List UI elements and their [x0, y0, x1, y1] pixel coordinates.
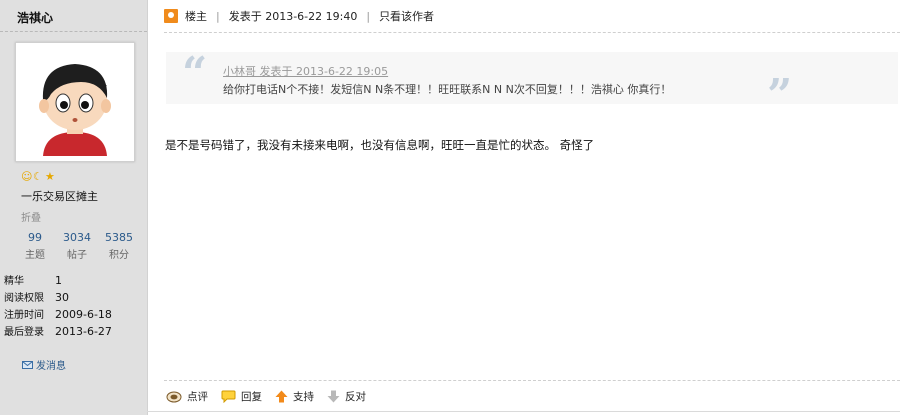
comment-button[interactable]: 点评	[166, 389, 208, 404]
stat-value: 99	[28, 231, 42, 244]
header-divider	[164, 32, 900, 33]
support-label: 支持	[293, 391, 314, 403]
footer-divider	[164, 380, 900, 381]
post-actions: 点评 回复 支持 反对	[166, 389, 379, 404]
avatar-image	[21, 48, 129, 156]
stat-value: 3034	[63, 231, 91, 244]
quote-open-icon: “	[182, 48, 208, 99]
stat-label: 积分	[109, 250, 129, 261]
reply-icon	[221, 390, 236, 403]
user-rank: 一乐交易区摊主	[21, 190, 98, 203]
post-header: 楼主 | 发表于 2013-6-22 19:40 | 只看该作者	[164, 8, 434, 24]
fold-toggle[interactable]: 折叠	[21, 209, 41, 224]
post-time: 发表于 2013-6-22 19:40	[228, 10, 358, 23]
quote-close-icon: ”	[767, 70, 793, 121]
info-value: 30	[55, 291, 69, 304]
separator: |	[216, 9, 220, 23]
medal-icons: ☺☾ ★	[21, 170, 57, 183]
info-row-digest: 精华 1	[4, 272, 112, 289]
info-row-registered: 注册时间 2009-6-18	[4, 306, 112, 323]
info-row-read-permission: 阅读权限 30	[4, 289, 112, 306]
quote-block: “ 小林哥 发表于 2013-6-22 19:05 给你打电话N个不接！发短信N…	[166, 48, 898, 118]
arrow-down-icon	[327, 390, 340, 403]
separator: |	[366, 9, 371, 23]
moon-icon: ☾	[33, 170, 43, 183]
support-button[interactable]: 支持	[275, 389, 314, 404]
oppose-button[interactable]: 反对	[327, 389, 366, 404]
author-info: 精华 1 阅读权限 30 注册时间 2009-6-18 最后登录 2013-6-27	[4, 272, 112, 340]
stat-points[interactable]: 5385 积分	[98, 231, 140, 261]
sidebar-divider	[0, 31, 147, 32]
only-author-link[interactable]: 只看该作者	[379, 8, 434, 24]
thread-owner-icon	[164, 9, 178, 23]
quote-text: 给你打电话N个不接！发短信N N条不理！！旺旺联系N N N次不回复！！！浩祺心…	[223, 83, 672, 96]
info-row-last-login: 最后登录 2013-6-27	[4, 323, 112, 340]
oppose-label: 反对	[345, 391, 366, 403]
comment-label: 点评	[187, 391, 208, 403]
comment-icon	[166, 391, 182, 402]
arrow-up-icon	[275, 390, 288, 403]
info-value: 2013-6-27	[55, 325, 112, 338]
stat-posts[interactable]: 3034 帖子	[56, 231, 98, 261]
author-name[interactable]: 浩祺心	[17, 9, 53, 26]
info-key: 注册时间	[4, 310, 44, 321]
bottom-divider	[147, 411, 900, 412]
send-message-label: 发消息	[36, 361, 66, 372]
avatar[interactable]	[15, 42, 135, 162]
stat-value: 5385	[105, 231, 133, 244]
info-key: 阅读权限	[4, 293, 44, 304]
info-key: 精华	[4, 276, 24, 287]
quote-meta-link[interactable]: 小林哥 发表于 2013-6-22 19:05	[223, 63, 388, 79]
author-sidebar: 浩祺心 ☺☾ ★ 一乐交易区摊主 折叠 99 主题 3034 帖子 5385 积…	[0, 0, 148, 415]
reply-button[interactable]: 回复	[221, 389, 262, 404]
author-stats: 99 主题 3034 帖子 5385 积分	[14, 231, 140, 261]
smile-icon: ☺	[21, 170, 33, 183]
stat-label: 主题	[25, 250, 45, 261]
thread-owner-label: 楼主	[185, 10, 207, 23]
envelope-icon	[22, 360, 33, 369]
send-message-link[interactable]: 发消息	[22, 357, 66, 372]
post-body: 是不是号码错了，我没有未接来电啊，也没有信息啊，旺旺一直是忙的状态。 奇怪了	[165, 138, 595, 152]
info-value: 1	[55, 274, 62, 287]
star-icon: ★	[45, 170, 55, 183]
stat-topics[interactable]: 99 主题	[14, 231, 56, 261]
stat-label: 帖子	[67, 250, 87, 261]
info-value: 2009-6-18	[55, 308, 112, 321]
info-key: 最后登录	[4, 327, 44, 338]
reply-label: 回复	[241, 391, 262, 403]
